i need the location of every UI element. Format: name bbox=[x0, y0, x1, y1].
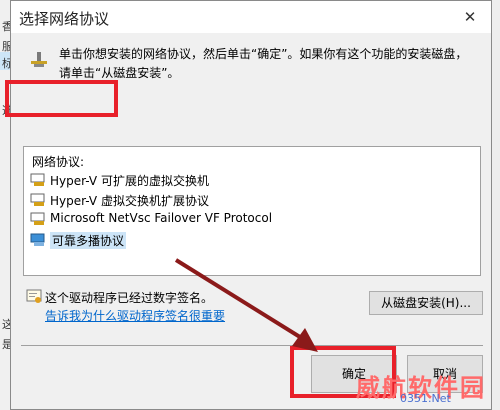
protocol-icon bbox=[30, 193, 45, 206]
protocol-label: Microsoft NetVsc Failover VF Protocol bbox=[50, 211, 273, 225]
protocol-label: 可靠多播协议 bbox=[50, 232, 127, 249]
title-bar[interactable]: 选择网络协议 ✕ bbox=[11, 1, 491, 33]
protocol-icon bbox=[30, 233, 45, 246]
watermark-url: 0351.Net bbox=[400, 392, 451, 405]
why-signing-matters-link[interactable]: 告诉我为什么驱动程序签名很重要 bbox=[45, 307, 225, 324]
protocol-listbox[interactable]: 网络协议: Hyper-V 可扩展的虚拟交换机 Hyper-V 虚拟交换机扩展协… bbox=[23, 146, 481, 276]
signed-driver-text: 这个驱动程序已经过数字签名。 bbox=[45, 291, 214, 305]
protocol-icon bbox=[30, 212, 45, 225]
network-protocol-icon bbox=[31, 52, 47, 67]
protocol-icon bbox=[30, 173, 45, 186]
background-window-right-edge bbox=[492, 0, 500, 410]
protocol-item-netvsc[interactable]: Microsoft NetVsc Failover VF Protocol bbox=[28, 210, 328, 228]
protocol-item-reliable-multicast[interactable]: 可靠多播协议 bbox=[28, 231, 328, 249]
protocol-label: Hyper-V 可扩展的虚拟交换机 bbox=[50, 174, 209, 188]
certificate-icon bbox=[26, 289, 42, 303]
instruction-text: 单击你想安装的网络协议，然后单击“确定”。如果你有这个功能的安装磁盘，请单击“从… bbox=[59, 47, 468, 80]
close-button[interactable]: ✕ bbox=[455, 3, 485, 31]
select-network-protocol-dialog: 选择网络协议 ✕ 单击你想安装的网络协议，然后单击“确定”。如果你有这个功能的安… bbox=[10, 0, 492, 410]
separator bbox=[21, 345, 483, 346]
protocol-item-hyperv-switch[interactable]: Hyper-V 可扩展的虚拟交换机 bbox=[28, 171, 328, 189]
list-header: 网络协议: bbox=[32, 155, 85, 169]
have-disk-button[interactable]: 从磁盘安装(H)... bbox=[369, 291, 483, 315]
protocol-item-hyperv-extension[interactable]: Hyper-V 虚拟交换机扩展协议 bbox=[28, 191, 328, 209]
dialog-title: 选择网络协议 bbox=[19, 10, 110, 28]
protocol-label: Hyper-V 虚拟交换机扩展协议 bbox=[50, 194, 209, 208]
